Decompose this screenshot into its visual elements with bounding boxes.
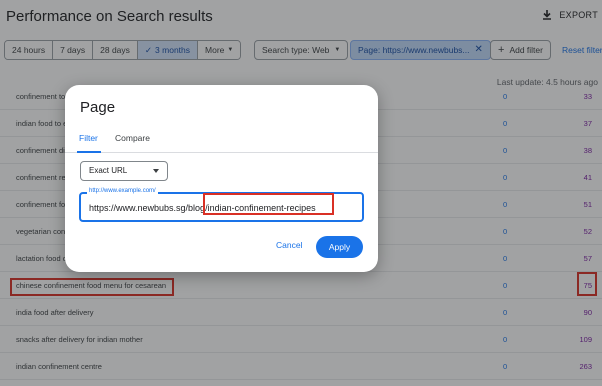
dialog-title: Page <box>80 99 116 116</box>
match-type-value: Exact URL <box>89 166 128 175</box>
apply-button[interactable]: Apply <box>316 236 363 258</box>
active-tab-indicator <box>77 151 101 153</box>
page-filter-dialog: Page Filter Compare Exact URL http://www… <box>65 85 378 272</box>
tab-filter[interactable]: Filter <box>79 133 98 143</box>
tab-compare[interactable]: Compare <box>115 133 150 143</box>
highlight-url-box <box>203 193 334 215</box>
caret-down-icon <box>153 169 159 173</box>
match-type-select[interactable]: Exact URL <box>80 161 168 181</box>
url-field-label: http://www.example.com/ <box>87 188 158 194</box>
dialog-tabs: Filter Compare <box>65 131 378 153</box>
cancel-button[interactable]: Cancel <box>276 240 302 250</box>
